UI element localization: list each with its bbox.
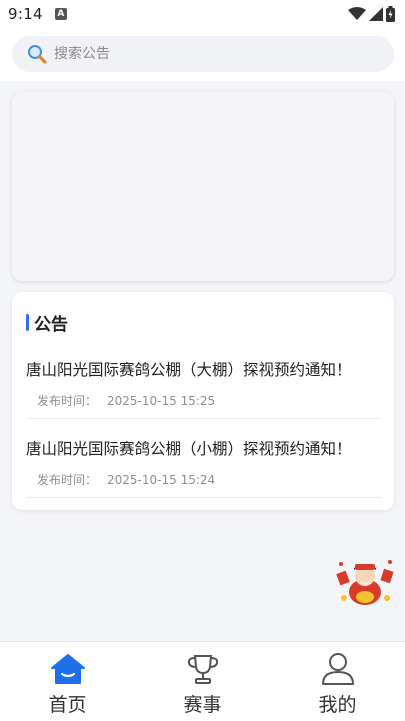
user-icon [320, 652, 356, 686]
wifi-icon [348, 7, 366, 20]
notice-accent-bar [26, 314, 29, 331]
publish-time-label: 发布时间： [37, 473, 98, 487]
search-box[interactable] [12, 36, 394, 72]
tab-label-events: 赛事 [183, 694, 222, 716]
tab-profile[interactable]: 我的 [270, 642, 405, 721]
status-time: 9:14 [8, 5, 43, 23]
notice-card: 公告 唐山阳光国际赛鸽公棚（大棚）探视预约通知！ 发布时间： 2025-10-15… [12, 292, 394, 510]
notice-title: 公告 [34, 315, 68, 335]
banner-carousel[interactable] [12, 92, 394, 281]
publish-time-value: 2025-10-15 15:24 [107, 473, 216, 487]
signal-icon [369, 7, 383, 21]
notice-header: 公告 [26, 310, 68, 335]
notice-item[interactable]: 唐山阳光国际赛鸽公棚（大棚）探视预约通知！ 发布时间： 2025-10-15 15… [26, 340, 382, 419]
a-letter-icon: A [54, 8, 67, 20]
god-of-wealth-mascot-icon[interactable] [336, 558, 394, 606]
publish-time-label: 发布时间： [37, 394, 98, 408]
search-bar-container [0, 28, 405, 81]
battery-icon [386, 6, 395, 22]
notice-item-meta: 发布时间： 2025-10-15 15:24 [37, 471, 215, 488]
bottom-tab-bar: 首页 赛事 我的 [0, 641, 405, 721]
notice-item-title: 唐山阳光国际赛鸽公棚（大棚）探视预约通知！ [26, 361, 352, 379]
tab-events[interactable]: 赛事 [135, 642, 270, 721]
notice-item[interactable]: 唐山阳光国际赛鸽公棚（小棚）探视预约通知！ 发布时间： 2025-10-15 15… [26, 419, 382, 498]
notice-item-title: 唐山阳光国际赛鸽公棚（小棚）探视预约通知！ [26, 440, 352, 458]
trophy-icon [185, 652, 221, 686]
tab-home[interactable]: 首页 [0, 642, 135, 721]
publish-time-value: 2025-10-15 15:25 [107, 394, 216, 408]
tab-label-home: 首页 [48, 694, 87, 716]
search-input[interactable] [54, 46, 354, 62]
tab-label-profile: 我的 [318, 694, 357, 716]
status-bar: 9:14 A [0, 0, 405, 28]
notice-item-meta: 发布时间： 2025-10-15 15:25 [37, 392, 215, 409]
status-icons [348, 6, 395, 22]
search-icon [26, 43, 48, 65]
home-icon [50, 652, 86, 686]
